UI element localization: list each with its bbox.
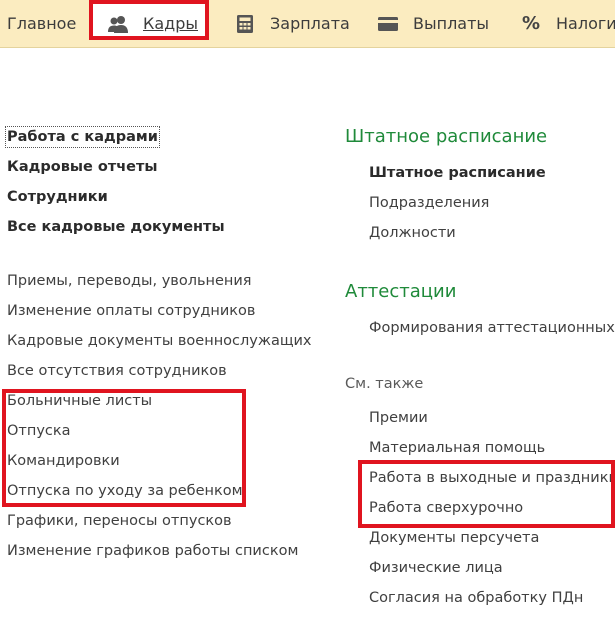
- percent-icon: %: [521, 13, 541, 34]
- link-departments[interactable]: Подразделения: [369, 194, 489, 212]
- tab-hr-label: Кадры: [143, 14, 199, 33]
- link-personnel-docs[interactable]: Документы персучета: [369, 529, 539, 547]
- link-staffing[interactable]: Штатное расписание: [369, 164, 546, 182]
- link-hires-transfers[interactable]: Приемы, переводы, увольнения: [7, 272, 252, 290]
- people-icon: [107, 13, 129, 35]
- link-vacation-schedules[interactable]: Графики, переносы отпусков: [7, 512, 232, 530]
- link-positions[interactable]: Должности: [369, 224, 456, 242]
- right-highlight-box: [358, 460, 615, 528]
- link-hr-work[interactable]: Работа с кадрами: [5, 126, 160, 148]
- card-icon: [377, 13, 399, 35]
- link-personal-data-consents[interactable]: Согласия на обработку ПДн: [369, 589, 583, 607]
- tab-main-label: Главное: [7, 14, 77, 33]
- tab-hr[interactable]: Кадры: [107, 0, 198, 47]
- link-work-schedule-changes[interactable]: Изменение графиков работы списком: [7, 542, 298, 560]
- tab-taxes-label: Налоги и: [556, 14, 615, 33]
- link-individuals[interactable]: Физические лица: [369, 559, 503, 577]
- attestation-section-title: Аттестации: [345, 281, 457, 302]
- link-attestation-forming[interactable]: Формирования аттестационных ко: [369, 319, 615, 337]
- link-employees[interactable]: Сотрудники: [7, 188, 108, 206]
- tab-salary[interactable]: Зарплата: [234, 0, 350, 47]
- link-pay-changes[interactable]: Изменение оплаты сотрудников: [7, 302, 255, 320]
- link-all-absences[interactable]: Все отсутствия сотрудников: [7, 362, 227, 380]
- see-also-title: См. также: [345, 376, 424, 392]
- tab-main[interactable]: Главное: [7, 0, 76, 47]
- link-financial-aid[interactable]: Материальная помощь: [369, 439, 545, 457]
- tab-taxes[interactable]: % Налоги и: [520, 0, 615, 47]
- link-all-hr-documents[interactable]: Все кадровые документы: [7, 218, 225, 236]
- calculator-icon: [234, 13, 256, 35]
- left-highlight-box: [2, 389, 246, 507]
- link-bonuses[interactable]: Премии: [369, 409, 428, 427]
- tab-salary-label: Зарплата: [270, 14, 350, 33]
- link-military-docs[interactable]: Кадровые документы военнослужащих: [7, 332, 312, 350]
- link-hr-reports[interactable]: Кадровые отчеты: [7, 158, 158, 176]
- staffing-section-title: Штатное расписание: [345, 126, 548, 147]
- top-navigation-bar: Главное Кадры Зарплата Выплаты % Налоги: [0, 0, 615, 48]
- tab-payments-label: Выплаты: [413, 14, 490, 33]
- tab-payments[interactable]: Выплаты: [377, 0, 489, 47]
